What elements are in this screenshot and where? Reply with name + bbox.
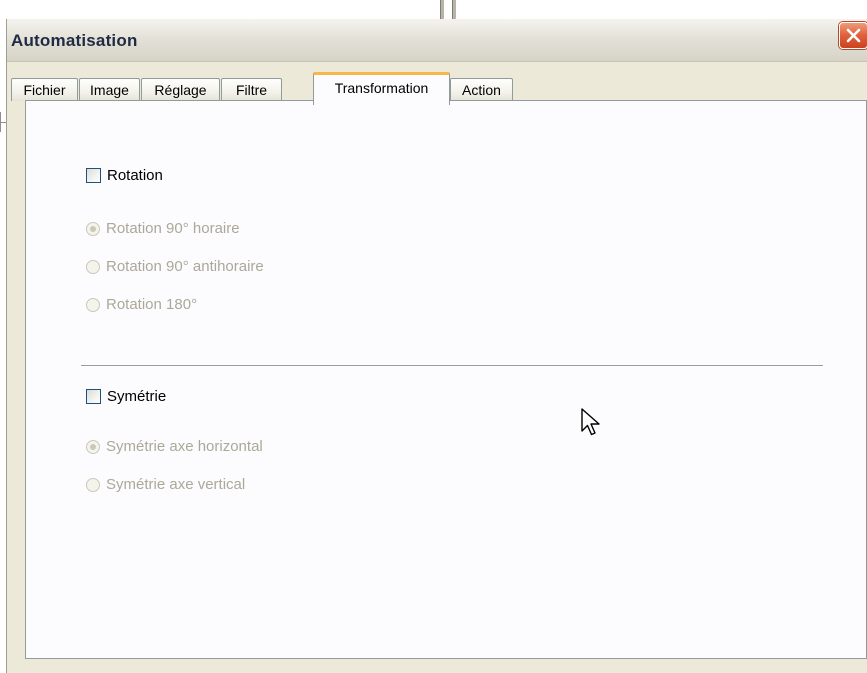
transformation-panel: Rotation Rotation 90° horaire Rotation 9…: [25, 100, 867, 659]
rotation-90-ccw-option[interactable]: Rotation 90° antihoraire: [86, 258, 264, 275]
background-splitter: [440, 0, 444, 19]
rotation-180-option[interactable]: Rotation 180°: [86, 296, 197, 313]
symetrie-option[interactable]: Symétrie: [86, 388, 166, 405]
radio-button[interactable]: [86, 477, 100, 492]
rotation-90-cw-option[interactable]: Rotation 90° horaire: [86, 220, 240, 237]
tab-action[interactable]: Action: [450, 78, 513, 101]
background-window: [0, 0, 867, 19]
close-icon: [846, 28, 861, 43]
tab-filtre[interactable]: Filtre: [221, 78, 282, 101]
rotation-option[interactable]: Rotation: [86, 167, 163, 184]
background-splitter: [452, 0, 456, 19]
symetrie-checkbox[interactable]: [86, 389, 101, 404]
rotation-checkbox[interactable]: [86, 168, 101, 183]
radio-label: Symétrie axe vertical: [106, 476, 246, 493]
radio-label: Symétrie axe horizontal: [106, 438, 263, 455]
rotation-checkbox-label: Rotation: [107, 167, 163, 184]
symetrie-checkbox-label: Symétrie: [107, 388, 167, 405]
radio-button[interactable]: [86, 297, 100, 312]
symetrie-horizontal-option[interactable]: Symétrie axe horizontal: [86, 438, 263, 455]
window-title: Automatisation: [11, 31, 138, 50]
screen: Automatisation Fichier Image Réglage Fil…: [0, 0, 867, 673]
section-divider: [81, 365, 823, 366]
title-bar[interactable]: Automatisation: [7, 19, 867, 62]
radio-button[interactable]: [86, 221, 100, 236]
radio-button[interactable]: [86, 439, 100, 454]
close-button[interactable]: [839, 22, 867, 49]
radio-label: Rotation 180°: [106, 296, 198, 313]
tab-fichier[interactable]: Fichier: [11, 78, 78, 101]
mouse-pointer-icon: [580, 407, 606, 446]
automation-dialog: Automatisation Fichier Image Réglage Fil…: [6, 19, 867, 673]
radio-button[interactable]: [86, 259, 100, 274]
radio-label: Rotation 90° antihoraire: [106, 258, 264, 275]
tab-image[interactable]: Image: [79, 78, 140, 101]
symetrie-vertical-option[interactable]: Symétrie axe vertical: [86, 476, 245, 493]
tab-transformation[interactable]: Transformation: [313, 72, 450, 105]
tab-reglage[interactable]: Réglage: [141, 78, 220, 101]
radio-label: Rotation 90° horaire: [106, 220, 240, 237]
